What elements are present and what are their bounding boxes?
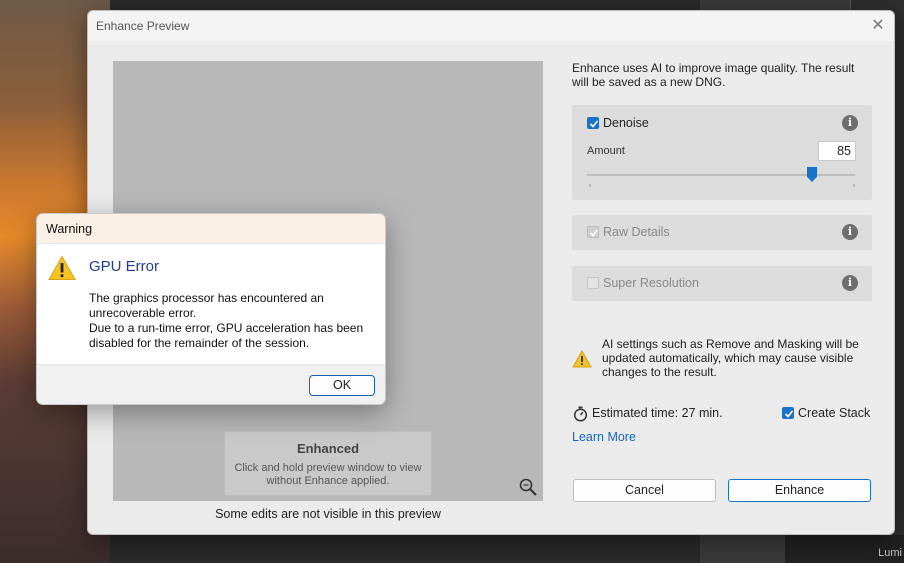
info-icon[interactable]: i xyxy=(842,115,858,131)
background-bottom-label: Lumi xyxy=(878,547,902,559)
super-resolution-checkbox[interactable] xyxy=(587,277,599,289)
warning-icon xyxy=(48,255,76,280)
create-stack-label: Create Stack xyxy=(798,406,871,420)
enhanced-overlay-title: Enhanced xyxy=(296,441,360,456)
super-resolution-label: Super Resolution xyxy=(603,276,699,290)
background-bottom-bar: Lumi xyxy=(785,535,904,563)
ok-button[interactable]: OK xyxy=(309,375,375,396)
slider-tick-start xyxy=(589,184,591,187)
create-stack-checkbox[interactable] xyxy=(782,407,794,419)
amount-label: Amount xyxy=(587,145,625,157)
denoise-label: Denoise xyxy=(603,116,649,130)
estimate-row: Estimated time: 27 min. Create Stack xyxy=(572,405,872,423)
warning-heading: GPU Error xyxy=(89,258,160,275)
dialog-title: Enhance Preview xyxy=(96,19,190,33)
warning-message-line: The graphics processor has encountered a… xyxy=(89,291,324,320)
zoom-icon[interactable] xyxy=(518,477,538,497)
denoise-checkbox[interactable] xyxy=(587,117,599,129)
raw-details-section: Raw Details i xyxy=(572,215,872,250)
gpu-warning-dialog: Warning GPU Error The graphics processor… xyxy=(36,213,386,405)
enhanced-overlay-subtitle: Click and hold preview window to view wi… xyxy=(234,462,422,487)
intro-text: Enhance uses AI to improve image quality… xyxy=(572,61,855,89)
cancel-button[interactable]: Cancel xyxy=(573,479,716,502)
info-icon[interactable]: i xyxy=(842,275,858,291)
warning-title: Warning xyxy=(46,222,93,236)
super-resolution-section: Super Resolution i xyxy=(572,266,872,301)
raw-details-checkbox[interactable] xyxy=(587,226,599,238)
ai-warning-text: AI settings such as Remove and Masking w… xyxy=(602,337,859,379)
enhance-settings-panel: Enhance uses AI to improve image quality… xyxy=(572,61,874,444)
enhanced-overlay: Enhanced Click and hold preview window t… xyxy=(224,431,432,496)
estimated-time: Estimated time: 27 min. xyxy=(592,406,723,420)
enhance-button[interactable]: Enhance xyxy=(728,479,871,502)
dialog-titlebar: Enhance Preview ✕ xyxy=(88,11,894,41)
stopwatch-icon xyxy=(573,406,588,422)
slider-tick-end xyxy=(853,184,855,187)
raw-details-label: Raw Details xyxy=(603,225,670,239)
info-icon[interactable]: i xyxy=(842,224,858,240)
warning-message: The graphics processor has encountered a… xyxy=(89,291,374,351)
denoise-section: Denoise i Amount 85 xyxy=(572,105,872,200)
warning-titlebar: Warning xyxy=(37,214,385,244)
close-icon[interactable]: ✕ xyxy=(868,16,888,36)
learn-more-link[interactable]: Learn More xyxy=(572,430,636,444)
warning-icon xyxy=(572,350,592,368)
amount-input[interactable]: 85 xyxy=(818,141,856,161)
amount-slider-handle[interactable] xyxy=(807,167,817,182)
warning-message-line: Due to a run-time error, GPU acceleratio… xyxy=(89,321,364,350)
preview-caption: Some edits are not visible in this previ… xyxy=(215,507,441,521)
warning-footer: OK xyxy=(37,364,385,404)
